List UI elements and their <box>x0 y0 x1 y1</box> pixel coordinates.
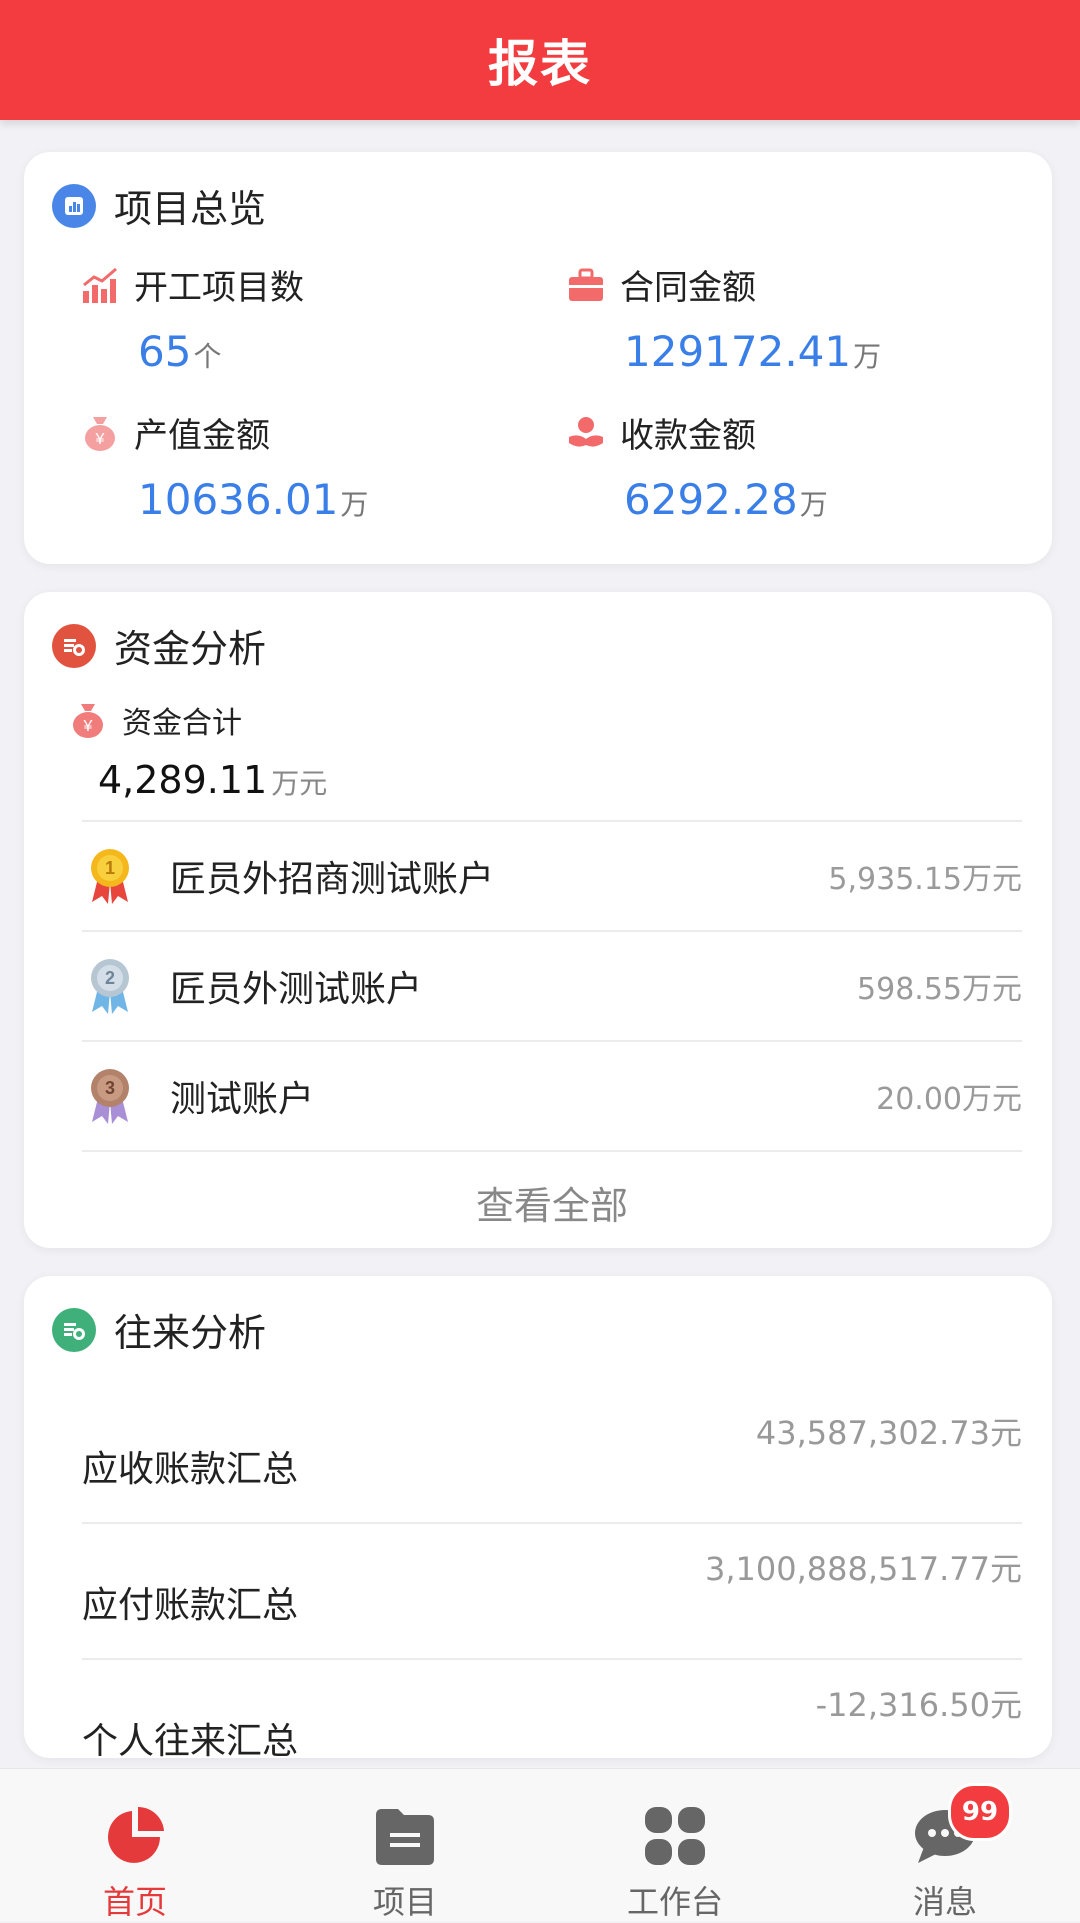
funds-total-label-text: 资金合计 <box>122 706 242 741</box>
briefcase-icon <box>566 265 606 305</box>
tab-label: 消息 <box>912 1883 977 1921</box>
tab-label: 工作台 <box>626 1883 723 1921</box>
exchange-title: 往来分析 <box>114 1311 267 1355</box>
overview-header: 项目总览 <box>52 178 266 233</box>
silver-medal-icon: 2 <box>82 954 138 1018</box>
list-item[interactable]: 应收账款汇总 43,587,302.73元 <box>82 1388 1022 1522</box>
stat-label: 合同金额 <box>620 268 756 308</box>
stat-unit: 个 <box>193 340 222 373</box>
tab-home[interactable]: 首页 <box>0 1769 270 1921</box>
bar-chart-icon <box>80 265 120 305</box>
funds-total-value: 4,289.11 万元 <box>98 758 327 802</box>
money-bag-icon: ¥ <box>68 700 108 740</box>
tab-messages[interactable]: 99 消息 <box>810 1769 1080 1921</box>
svg-text:¥: ¥ <box>83 718 93 735</box>
stat-started-projects[interactable]: 开工项目数 65个 <box>80 260 304 376</box>
tab-workbench[interactable]: 工作台 <box>540 1769 810 1921</box>
exchange-icon <box>52 1307 96 1352</box>
bottom-tab-bar: 首页 项目 工作台 99 消息 <box>0 1768 1080 1921</box>
pie-chart-icon <box>102 1805 168 1867</box>
stat-label: 收款金额 <box>620 416 756 456</box>
list-item[interactable]: 应付账款汇总 3,100,888,517.77元 <box>82 1522 1022 1658</box>
exchange-list: 应收账款汇总 43,587,302.73元 应付账款汇总 3,100,888,5… <box>82 1388 1022 1794</box>
grid-icon <box>642 1805 708 1867</box>
funds-total-unit: 万元 <box>271 767 328 800</box>
medal-rank-text: 1 <box>105 858 115 878</box>
list-item[interactable]: 2 匠员外测试账户 598.55万元 <box>82 930 1022 1040</box>
bronze-medal-icon: 3 <box>82 1064 138 1128</box>
funds-title: 资金分析 <box>114 627 267 671</box>
stat-value: 65 <box>138 327 192 376</box>
unread-badge: 99 <box>948 1783 1012 1841</box>
tab-label: 项目 <box>372 1883 437 1921</box>
chat-icon: 99 <box>912 1783 1012 1867</box>
overview-icon <box>52 183 96 228</box>
overview-title: 项目总览 <box>114 187 267 231</box>
stat-unit: 万 <box>799 488 828 521</box>
view-all-button[interactable]: 查看全部 <box>82 1150 1022 1252</box>
exchange-card: 往来分析 应收账款汇总 43,587,302.73元 应付账款汇总 3,100,… <box>24 1276 1052 1762</box>
stat-receipt-amount[interactable]: 收款金额 6292.28万 <box>566 408 828 524</box>
medal-rank-text: 3 <box>105 1078 115 1098</box>
account-amount: 598.55万元 <box>857 972 1022 1007</box>
stat-label: 产值金额 <box>134 416 270 456</box>
stat-value: 10636.01 <box>138 475 339 524</box>
list-item[interactable]: 3 测试账户 20.00万元 <box>82 1040 1022 1150</box>
exchange-amount: 43,587,302.73元 <box>755 1414 1022 1452</box>
exchange-name: 个人往来汇总 <box>82 1721 299 1762</box>
funds-total-label: ¥ 资金合计 <box>68 698 242 742</box>
stat-unit: 万 <box>340 488 369 521</box>
list-item[interactable]: 1 匠员外招商测试账户 5,935.15万元 <box>82 820 1022 930</box>
account-name: 测试账户 <box>170 1079 315 1120</box>
exchange-amount: -12,316.50元 <box>815 1686 1022 1724</box>
medal-rank-text: 2 <box>105 968 115 988</box>
tab-projects[interactable]: 项目 <box>270 1769 540 1921</box>
exchange-header: 往来分析 <box>52 1302 266 1357</box>
exchange-name: 应收账款汇总 <box>82 1449 299 1490</box>
svg-text:¥: ¥ <box>95 431 105 448</box>
gold-medal-icon: 1 <box>82 844 138 908</box>
funds-total-number: 4,289.11 <box>98 758 268 802</box>
stat-unit: 万 <box>853 340 882 373</box>
tab-label: 首页 <box>102 1883 167 1921</box>
exchange-name: 应付账款汇总 <box>82 1585 299 1626</box>
stat-value: 6292.28 <box>624 475 798 524</box>
account-name: 匠员外测试账户 <box>170 969 423 1010</box>
funds-rank-list: 1 匠员外招商测试账户 5,935.15万元 2 匠员外测试账户 598.55万… <box>82 820 1022 1252</box>
top-header: 报表 <box>0 0 1080 120</box>
stat-label: 开工项目数 <box>134 268 304 308</box>
account-amount: 5,935.15万元 <box>828 862 1022 897</box>
page-title: 报表 <box>488 35 592 93</box>
folder-icon <box>372 1805 438 1867</box>
overview-card: 项目总览 开工项目数 65个 合同金额 129172.41万 ¥ 产值金额 10… <box>24 152 1052 564</box>
funds-icon <box>52 623 96 668</box>
exchange-amount: 3,100,888,517.77元 <box>704 1550 1022 1588</box>
account-name: 匠员外招商测试账户 <box>170 859 495 900</box>
stat-contract-amount[interactable]: 合同金额 129172.41万 <box>566 260 881 376</box>
money-bag-icon: ¥ <box>80 413 120 453</box>
account-amount: 20.00万元 <box>876 1082 1022 1117</box>
funds-card: 资金分析 ¥ 资金合计 4,289.11 万元 1 匠员外招商测试账户 5,935… <box>24 592 1052 1248</box>
funds-header: 资金分析 <box>52 618 266 673</box>
stat-output-amount[interactable]: ¥ 产值金额 10636.01万 <box>80 408 368 524</box>
hand-coin-icon <box>566 413 606 453</box>
stat-value: 129172.41 <box>624 327 852 376</box>
